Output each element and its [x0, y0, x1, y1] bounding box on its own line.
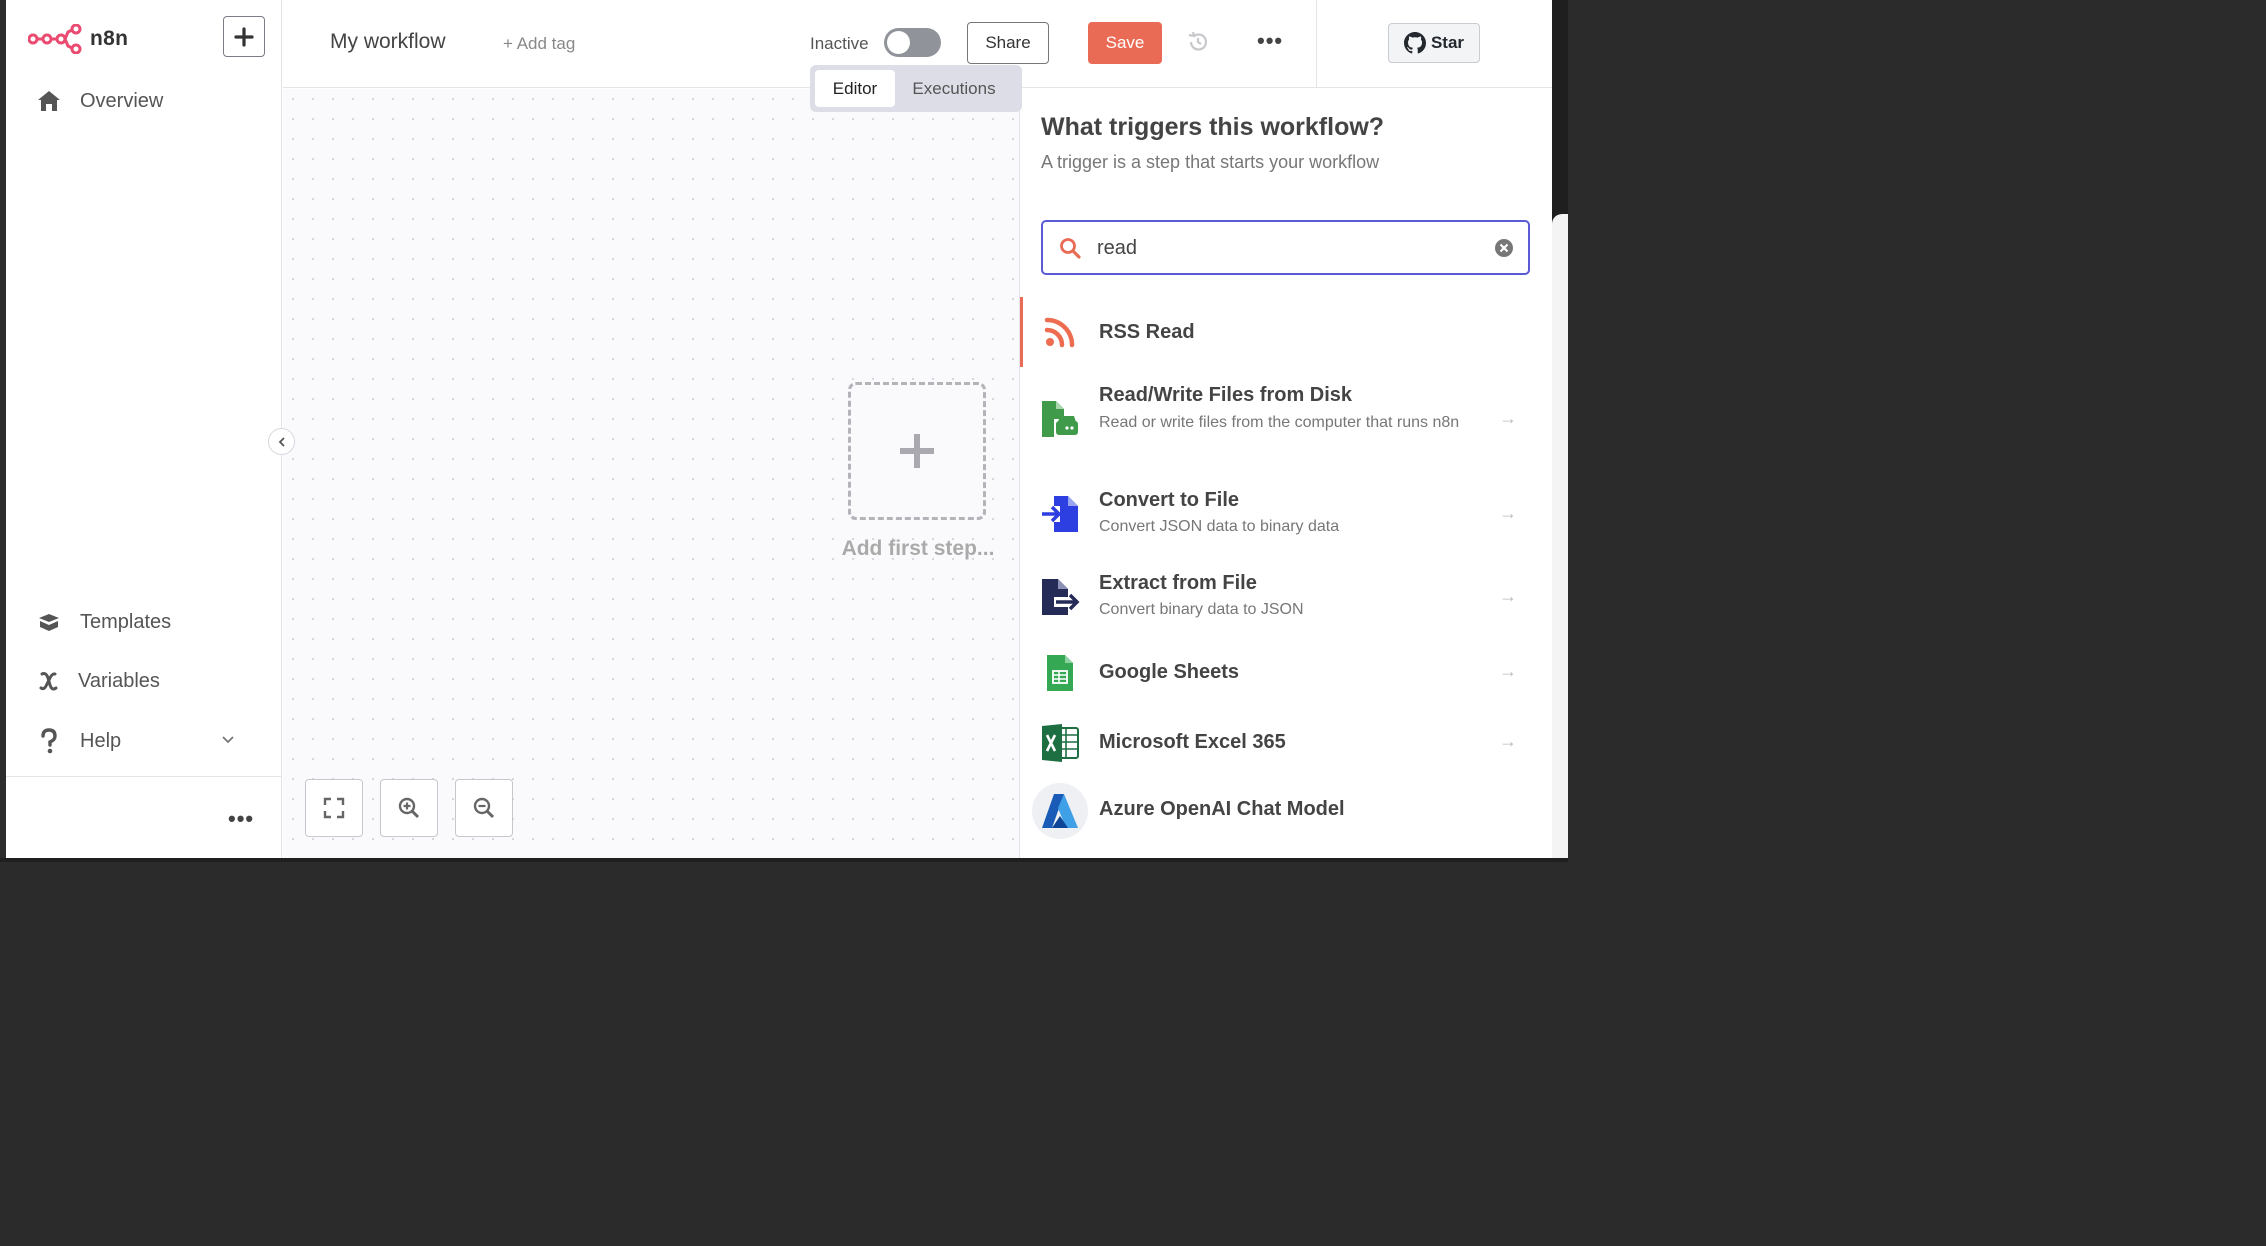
sidebar-item-variables[interactable]: Variables [36, 668, 160, 694]
search-icon [1059, 237, 1081, 264]
sidebar: n8n Overview Templates Variables Help ••… [6, 0, 282, 858]
node-item-google-sheets[interactable]: Google Sheets → [1020, 649, 1552, 699]
n8n-logo[interactable]: n8n [28, 24, 128, 54]
sidebar-more-button[interactable]: ••• [228, 806, 254, 832]
arrow-right-icon: → [1499, 586, 1517, 606]
add-first-step-button[interactable] [848, 382, 986, 520]
node-item-description: Read or write files from the computer th… [1099, 414, 1460, 431]
tab-editor[interactable]: Editor [815, 70, 895, 107]
share-button[interactable]: Share [967, 22, 1049, 64]
workflow-more-button[interactable]: ••• [1257, 28, 1283, 54]
zoom-in-button[interactable] [380, 779, 438, 837]
collapse-sidebar-button[interactable] [268, 428, 295, 455]
star-label: Star [1430, 33, 1465, 52]
node-search-box [1041, 220, 1530, 275]
home-icon [36, 88, 62, 114]
save-button[interactable]: Save [1088, 22, 1162, 64]
disk-file-icon [1040, 399, 1080, 439]
rss-icon [1040, 312, 1080, 352]
node-item-name: Read/Write Files from Disk [1099, 384, 1353, 406]
box-open-icon [36, 609, 62, 635]
panel-title: What triggers this workflow? [1041, 113, 1385, 141]
sidebar-divider [6, 776, 282, 777]
n8n-app-window: n8n Overview Templates Variables Help ••… [6, 0, 1552, 858]
node-item-name: Google Sheets [1099, 661, 1240, 683]
node-item-azure-openai[interactable]: Azure OpenAI Chat Model [1020, 782, 1552, 840]
fit-view-button[interactable] [305, 779, 363, 837]
workflow-name[interactable]: My workflow [330, 30, 446, 54]
sidebar-item-templates[interactable]: Templates [36, 609, 171, 635]
arrow-right-icon: → [1499, 503, 1517, 523]
node-item-name: Azure OpenAI Chat Model [1099, 798, 1345, 820]
node-item-extract-from-file[interactable]: Extract from File Convert binary data to… [1020, 562, 1552, 630]
excel-icon [1040, 723, 1080, 763]
history-icon[interactable] [1186, 30, 1210, 59]
arrow-right-icon: → [1499, 408, 1517, 428]
node-item-name: RSS Read [1099, 321, 1195, 343]
sidebar-item-label: Variables [78, 669, 160, 692]
background-window-peek [1552, 214, 1568, 862]
google-sheets-icon [1040, 653, 1080, 693]
node-item-name: Microsoft Excel 365 [1099, 731, 1286, 753]
add-tag-link[interactable]: + Add tag [503, 34, 575, 54]
view-tabs: Editor Executions [810, 65, 1022, 112]
node-item-microsoft-excel[interactable]: Microsoft Excel 365 → [1020, 719, 1552, 769]
sidebar-item-label: Templates [80, 610, 172, 633]
convert-file-icon [1040, 494, 1080, 534]
tab-executions[interactable]: Executions [895, 70, 1013, 107]
toggle-knob [887, 31, 910, 54]
fit-view-icon [323, 797, 345, 819]
chevron-left-icon [278, 436, 285, 447]
plus-icon [900, 434, 934, 468]
add-first-step-label: Add first step... [841, 537, 995, 560]
zoom-out-button[interactable] [455, 779, 513, 837]
node-item-read-write-files[interactable]: Read/Write Files from Disk Read or write… [1020, 372, 1552, 472]
sidebar-item-label: Help [80, 729, 122, 752]
github-star-button[interactable]: Star [1388, 23, 1480, 63]
active-toggle[interactable] [884, 28, 941, 57]
arrow-right-icon: → [1499, 731, 1517, 751]
node-search-input[interactable] [1097, 234, 1477, 262]
panel-subtitle: A trigger is a step that starts your wor… [1041, 152, 1380, 172]
node-item-name: Convert to File [1099, 489, 1240, 511]
node-item-description: Convert JSON data to binary data [1099, 518, 1340, 535]
question-icon [36, 728, 62, 754]
sidebar-item-label: Overview [80, 89, 164, 112]
node-item-name: Extract from File [1099, 572, 1257, 594]
sidebar-item-help[interactable]: Help [36, 728, 121, 754]
new-workflow-button[interactable] [223, 16, 265, 57]
node-creator-panel: What triggers this workflow? A trigger i… [1019, 89, 1552, 858]
extract-file-icon [1040, 577, 1080, 617]
chevron-down-icon[interactable] [220, 732, 236, 753]
clear-search-icon[interactable] [1494, 238, 1514, 263]
screen-edge-bottom [0, 858, 1568, 862]
logo-text: n8n [90, 27, 129, 50]
azure-openai-icon [1032, 783, 1088, 839]
screen-edge-right [1552, 0, 1568, 862]
zoom-out-icon [473, 797, 495, 819]
github-icon [1403, 32, 1426, 54]
header-separator [1316, 0, 1317, 88]
plus-icon [234, 26, 254, 47]
sidebar-item-overview[interactable]: Overview [36, 88, 163, 114]
n8n-logo-icon [28, 24, 82, 54]
arrow-right-icon: → [1499, 661, 1517, 681]
zoom-in-icon [398, 797, 420, 819]
node-item-convert-to-file[interactable]: Convert to File Convert JSON data to bin… [1020, 479, 1552, 547]
active-status-label: Inactive [810, 34, 869, 53]
variable-x-icon [36, 668, 62, 694]
workflow-canvas[interactable]: Add first step... [283, 89, 1019, 858]
node-item-description: Convert binary data to JSON [1099, 601, 1304, 618]
node-item-rss-read[interactable]: RSS Read [1020, 297, 1552, 367]
